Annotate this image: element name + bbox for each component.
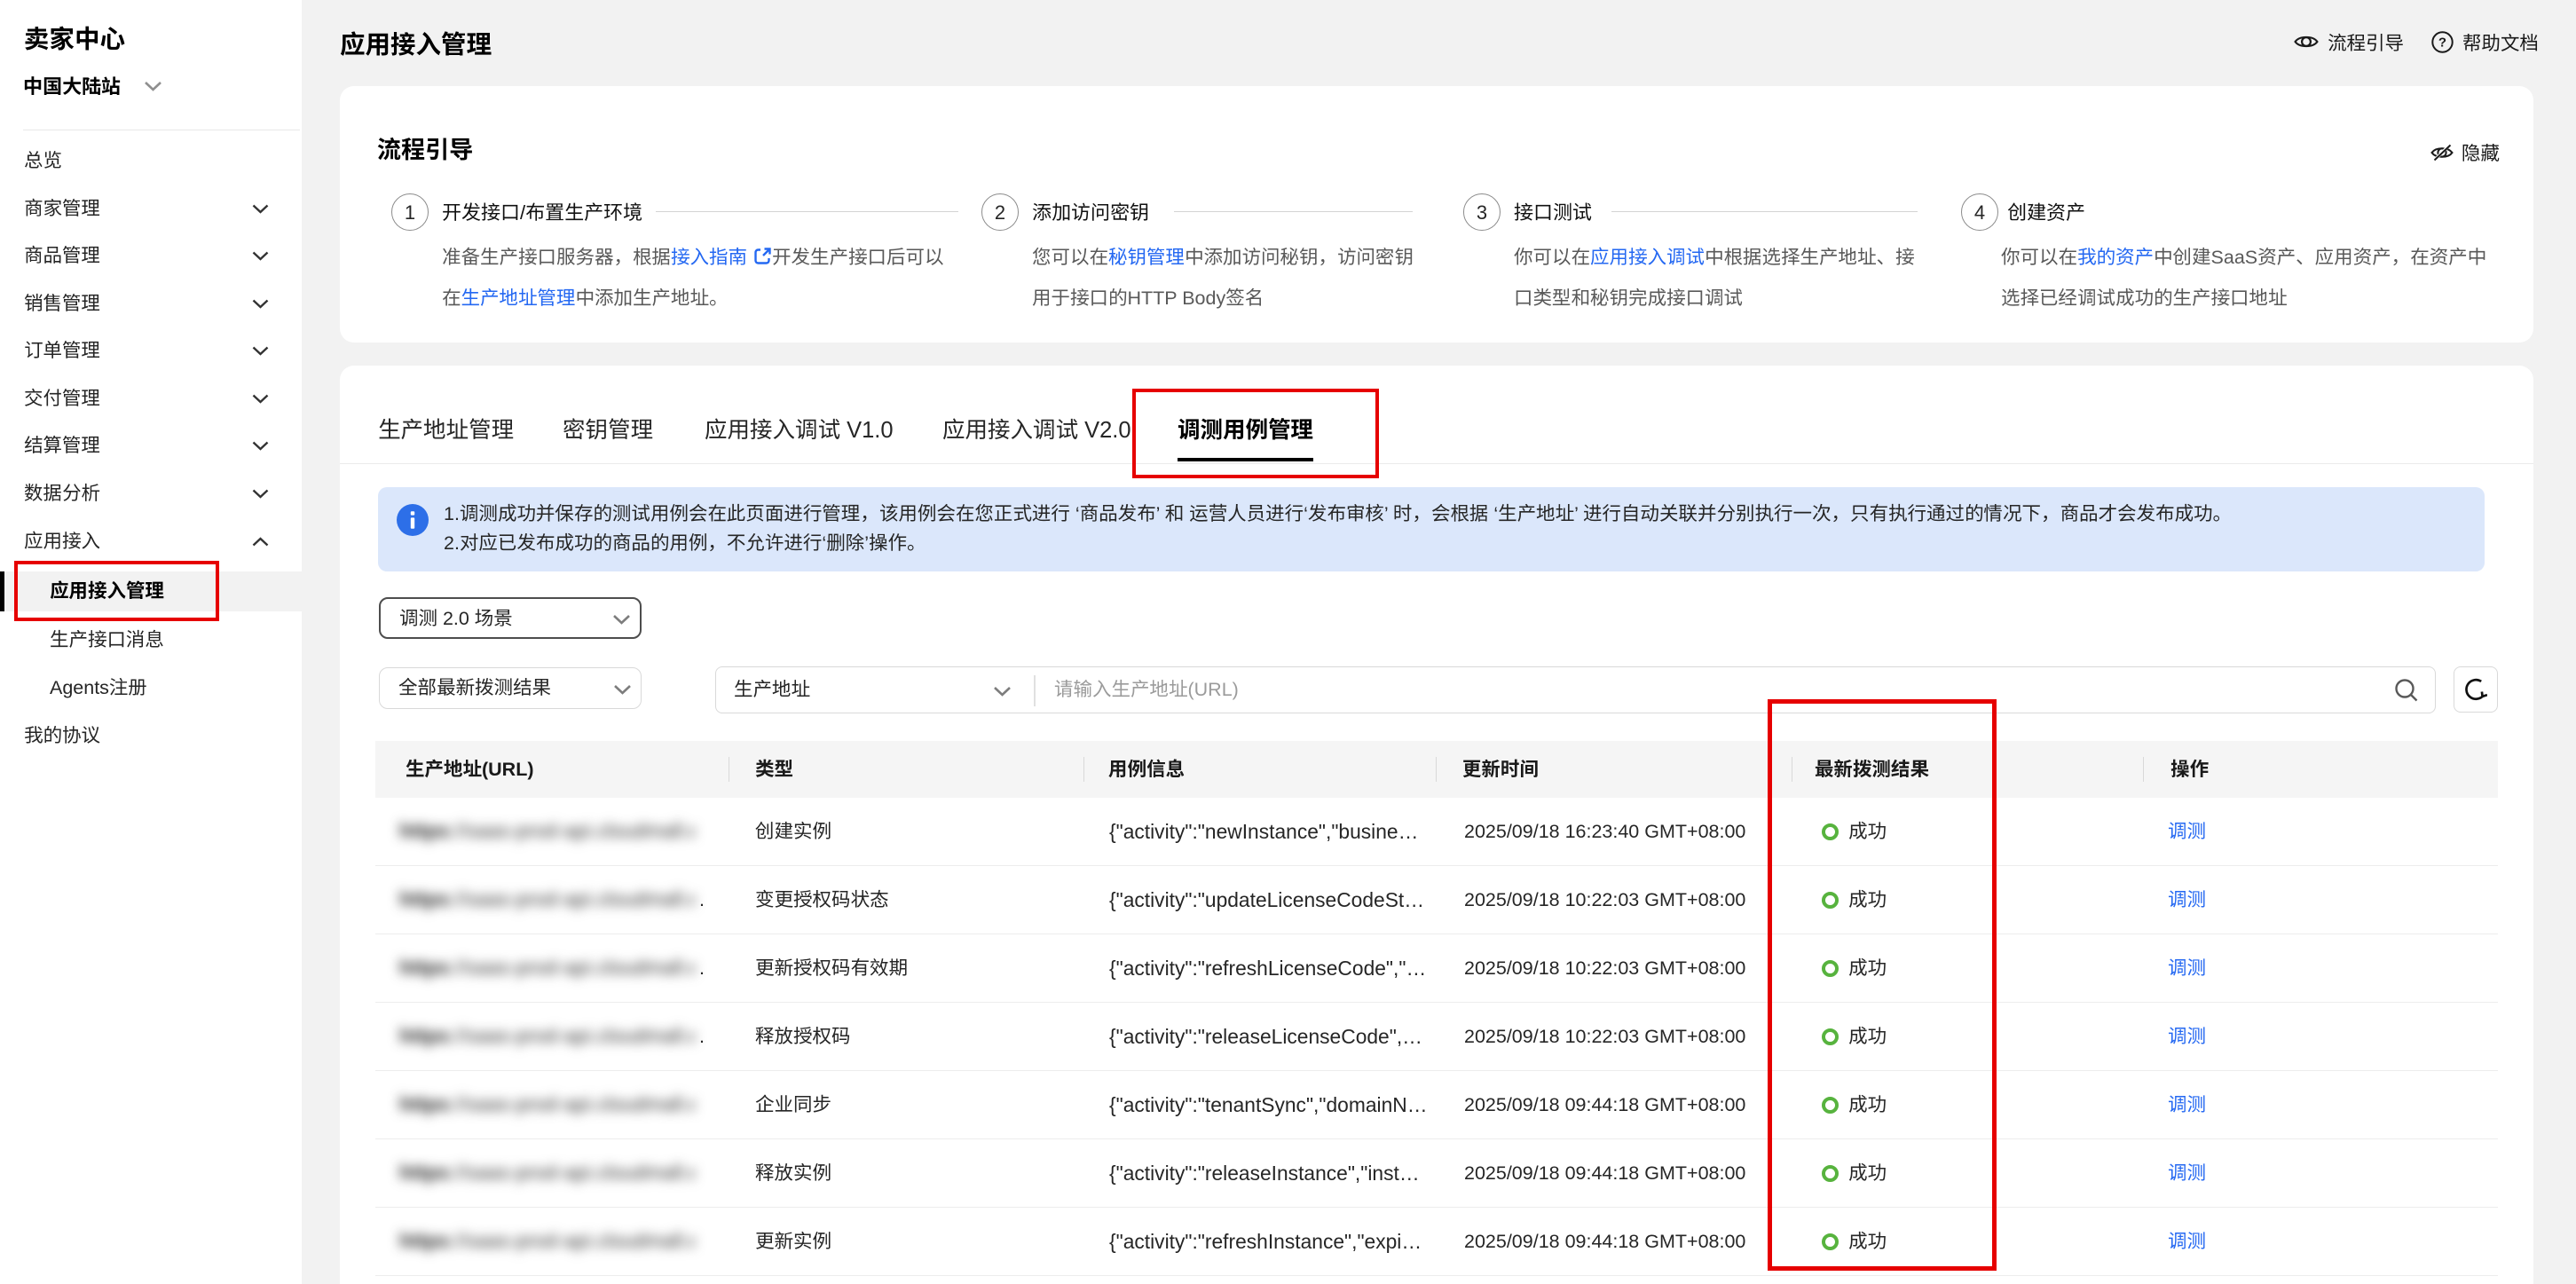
svg-text:?: ? [2438, 35, 2446, 50]
